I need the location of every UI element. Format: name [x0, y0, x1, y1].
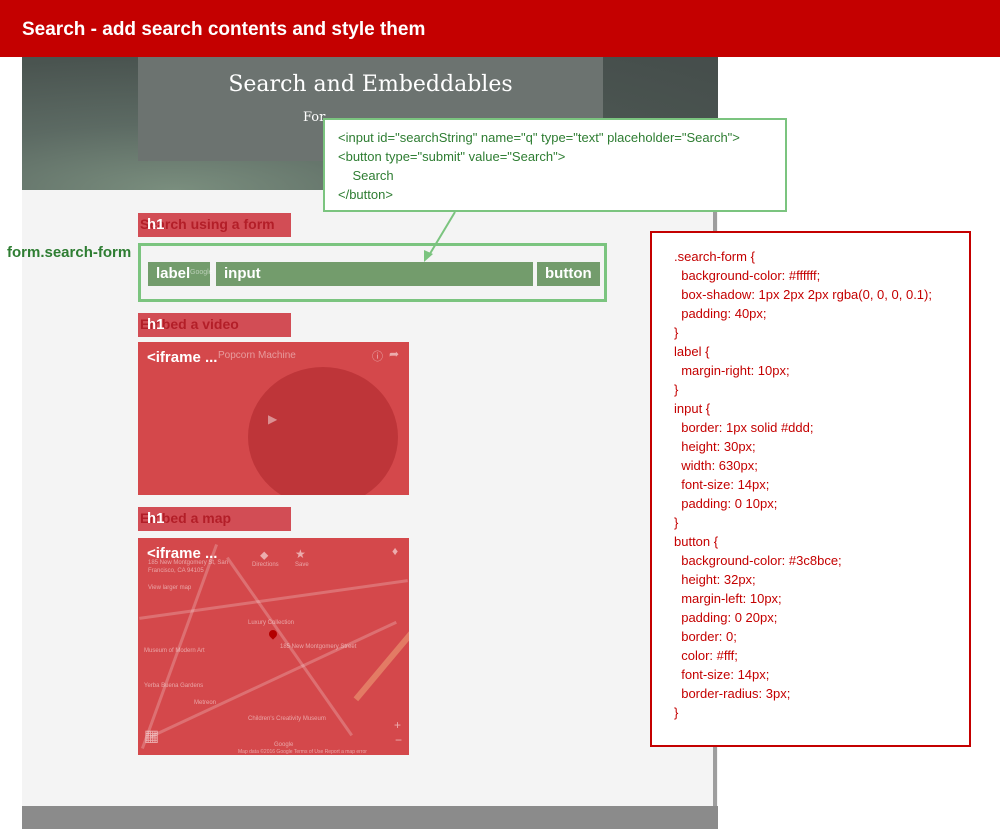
- css-line: padding: 40px;: [674, 306, 767, 321]
- css-line: border: 0;: [674, 629, 737, 644]
- css-line: background-color: #ffffff;: [674, 268, 821, 283]
- css-line: width: 630px;: [674, 458, 758, 473]
- css-line: label {: [674, 344, 710, 359]
- css-line: font-size: 14px;: [674, 477, 770, 492]
- css-line: margin-right: 10px;: [674, 363, 790, 378]
- css-line: color: #fff;: [674, 648, 738, 663]
- css-line: font-size: 14px;: [674, 667, 770, 682]
- css-line: }: [674, 382, 679, 397]
- css-line: height: 30px;: [674, 439, 756, 454]
- css-line: box-shadow: 1px 2px 2px rgba(0, 0, 0, 0.…: [674, 287, 932, 302]
- code-line: </button>: [338, 187, 393, 202]
- css-line: height: 32px;: [674, 572, 756, 587]
- css-line: margin-left: 10px;: [674, 591, 782, 606]
- css-line: border-radius: 3px;: [674, 686, 791, 701]
- css-code-panel: .search-form { background-color: #ffffff…: [650, 231, 971, 747]
- css-line: input {: [674, 401, 711, 416]
- css-line: .search-form {: [674, 249, 755, 264]
- css-line: button {: [674, 534, 719, 549]
- code-line: Search: [338, 168, 394, 183]
- code-line: <input id="searchString" name="q" type="…: [338, 130, 740, 145]
- css-line: border: 1px solid #ddd;: [674, 420, 814, 435]
- css-line: }: [674, 325, 679, 340]
- css-line: }: [674, 515, 679, 530]
- html-code-callout: <input id="searchString" name="q" type="…: [323, 118, 787, 212]
- css-line: padding: 0 20px;: [674, 610, 778, 625]
- css-line: padding: 0 10px;: [674, 496, 778, 511]
- code-line: <button type="submit" value="Search">: [338, 149, 566, 164]
- css-line: }: [674, 705, 679, 720]
- css-line: background-color: #3c8bce;: [674, 553, 842, 568]
